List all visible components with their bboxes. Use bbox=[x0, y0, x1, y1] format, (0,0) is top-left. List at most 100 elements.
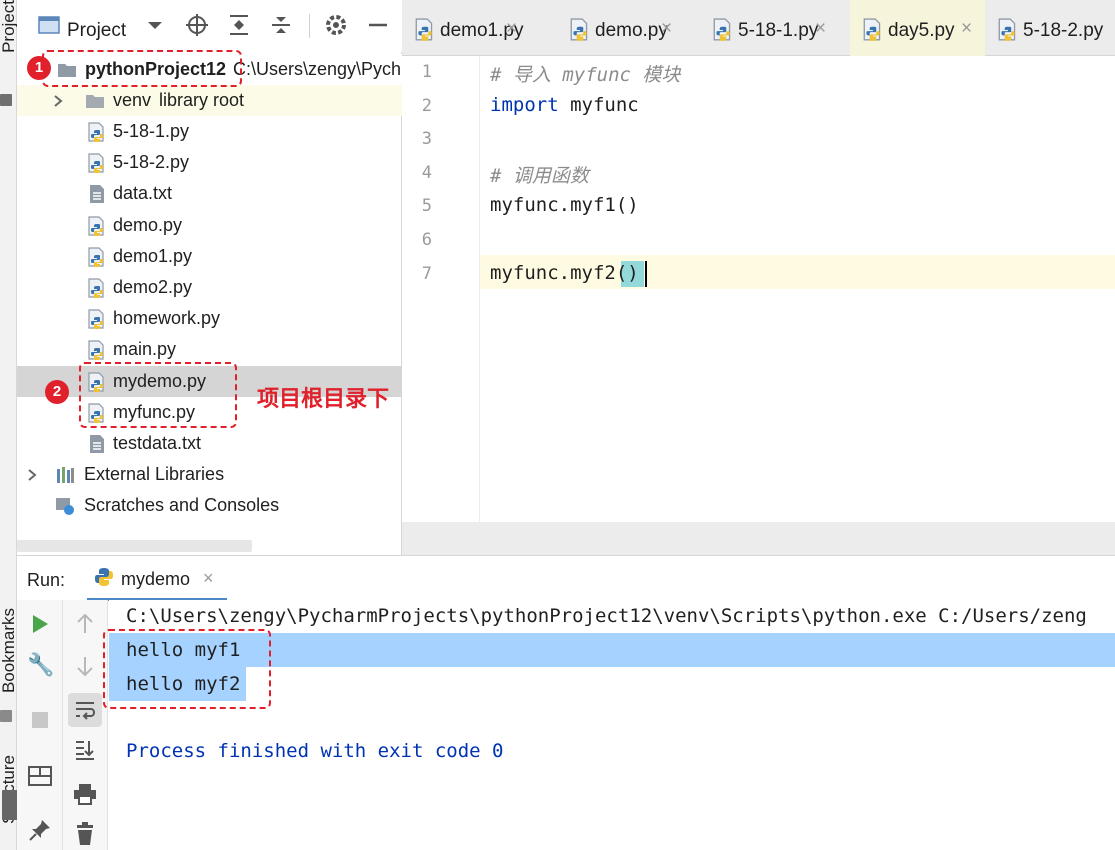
line-number: 2 bbox=[421, 95, 432, 116]
print-icon[interactable] bbox=[73, 783, 97, 805]
line-number-gutter: 1 2 3 4 5 6 7 bbox=[402, 56, 480, 522]
tree-row-file[interactable]: main.py bbox=[17, 334, 402, 365]
annotation-badge-2: 2 bbox=[45, 380, 69, 404]
close-icon[interactable]: × bbox=[506, 18, 517, 40]
annotation-badge-1: 1 bbox=[27, 56, 51, 80]
collapse-all-icon[interactable] bbox=[268, 12, 294, 38]
run-tab-label: mydemo bbox=[121, 569, 191, 589]
close-icon[interactable]: × bbox=[815, 18, 826, 40]
tree-row-external-libraries[interactable]: External Libraries bbox=[17, 459, 402, 490]
chevron-down-icon[interactable] bbox=[142, 12, 168, 38]
run-tab-mydemo[interactable]: mydemo × bbox=[87, 556, 227, 601]
tree-row-file[interactable]: homework.py bbox=[17, 303, 402, 334]
layout-icon[interactable] bbox=[28, 766, 52, 786]
tree-row-file[interactable]: data.txt bbox=[17, 178, 402, 209]
gear-icon[interactable] bbox=[323, 12, 349, 38]
chevron-right-icon[interactable] bbox=[51, 91, 65, 111]
tree-row-file[interactable]: demo1.py bbox=[17, 241, 402, 272]
tree-item-label: 5-18-2.py bbox=[113, 152, 190, 173]
code-line: # 调用函数 bbox=[490, 161, 589, 188]
tree-row-venv[interactable]: venv library root bbox=[17, 85, 402, 116]
code-editor[interactable]: 1 2 3 4 5 6 7 # 导入 myfunc 模块 import myfunc # 调用函… bbox=[402, 56, 1115, 555]
project-tool-window-button[interactable]: Project bbox=[0, 0, 18, 53]
arrow-down-icon[interactable] bbox=[74, 654, 96, 678]
soft-wrap-icon[interactable] bbox=[74, 698, 96, 722]
locate-icon[interactable] bbox=[184, 12, 210, 38]
editor-tab[interactable]: 5-18-2.py bbox=[985, 0, 1115, 56]
tree-item-label: Scratches and Consoles bbox=[84, 495, 280, 515]
tree-row-file[interactable]: demo.py bbox=[17, 210, 402, 241]
editor-tab[interactable]: 5-18-1.py × bbox=[700, 0, 850, 56]
stop-icon[interactable] bbox=[30, 710, 50, 730]
editor-tab-label: 5-18-1.py bbox=[738, 20, 819, 41]
folder-icon bbox=[86, 95, 104, 108]
python-file-icon bbox=[88, 122, 104, 142]
annotation-box-output bbox=[103, 629, 271, 709]
console-command-line: C:\Users\zengy\PycharmProjects\pythonPro… bbox=[126, 605, 1087, 627]
tree-item-label: main.py bbox=[113, 339, 177, 360]
editor-tab[interactable]: demo.py × bbox=[557, 0, 700, 56]
tree-item-label: homework.py bbox=[113, 308, 221, 329]
python-icon bbox=[95, 568, 113, 586]
editor-tab[interactable]: day5.py × bbox=[850, 0, 985, 56]
annotation-box-files bbox=[79, 362, 237, 428]
code-comment: # 导入 myfunc 模块 bbox=[490, 64, 681, 86]
editor-tab[interactable]: demo1.py × bbox=[402, 0, 557, 56]
annotation-note: 项目根目录下 bbox=[257, 386, 390, 411]
run-toolbar-primary: 🔧 bbox=[17, 600, 63, 850]
pin-icon[interactable] bbox=[28, 818, 52, 842]
python-file-icon bbox=[713, 18, 731, 41]
python-file-icon bbox=[88, 247, 104, 267]
tree-row-file[interactable]: 5-18-2.py bbox=[17, 147, 402, 178]
python-file-icon bbox=[88, 309, 104, 330]
bookmark-icon bbox=[0, 710, 12, 722]
tree-item-label: venv bbox=[113, 90, 152, 110]
tree-item-label: 5-18-1.py bbox=[113, 121, 190, 141]
line-number: 5 bbox=[421, 196, 432, 217]
code-text: myfunc.myf2() bbox=[490, 261, 639, 284]
annotation-box-root bbox=[42, 50, 242, 87]
project-view-title[interactable]: Project bbox=[67, 20, 126, 42]
console-exit-line: Process finished with exit code 0 bbox=[126, 740, 504, 762]
line-number: 1 bbox=[421, 62, 432, 82]
project-toolbar: Project bbox=[17, 0, 402, 52]
tree-row-file[interactable]: testdata.txt bbox=[17, 428, 402, 459]
python-file-icon bbox=[88, 153, 104, 174]
bookmarks-tool-window-button[interactable]: Bookmarks bbox=[0, 608, 18, 693]
tree-item-label: demo1.py bbox=[113, 245, 193, 266]
editor-tab-label: demo.py bbox=[595, 20, 668, 41]
tree-item-hint: library root bbox=[159, 90, 245, 110]
wrench-icon[interactable]: 🔧 bbox=[27, 652, 54, 678]
code-line: myfunc.myf1() bbox=[490, 194, 639, 216]
expand-all-icon[interactable] bbox=[226, 12, 252, 38]
python-file-icon bbox=[998, 18, 1016, 41]
library-icon bbox=[57, 467, 74, 483]
project-view-icon bbox=[38, 16, 60, 34]
run-toolbar-secondary bbox=[63, 600, 108, 850]
python-file-icon bbox=[415, 18, 433, 41]
trash-icon[interactable] bbox=[74, 822, 96, 846]
rerun-icon[interactable] bbox=[28, 612, 52, 636]
scroll-to-end-icon[interactable] bbox=[74, 738, 96, 762]
python-file-icon bbox=[570, 18, 588, 41]
arrow-up-icon[interactable] bbox=[74, 612, 96, 636]
project-folder-icon bbox=[0, 94, 12, 106]
tree-row-file[interactable]: demo2.py bbox=[17, 272, 402, 303]
toolbar-divider bbox=[309, 14, 310, 38]
tree-row-scratches[interactable]: Scratches and Consoles bbox=[17, 490, 402, 521]
tree-item-label: demo.py bbox=[113, 214, 183, 235]
editor-tab-label: day5.py bbox=[888, 20, 955, 41]
line-number: 7 bbox=[421, 263, 432, 284]
line-number: 6 bbox=[421, 230, 432, 250]
chevron-right-icon[interactable] bbox=[25, 465, 39, 485]
close-icon[interactable]: × bbox=[203, 568, 214, 589]
hide-panel-icon[interactable] bbox=[365, 12, 391, 38]
code-line: # 导入 myfunc 模块 bbox=[490, 60, 680, 87]
close-icon[interactable]: × bbox=[961, 18, 972, 40]
tree-item-label: External Libraries bbox=[84, 464, 225, 484]
left-tool-strip: Project Bookmarks Structure bbox=[0, 0, 28, 850]
code-text: myfunc bbox=[558, 93, 639, 116]
tree-row-file[interactable]: 5-18-1.py bbox=[17, 116, 402, 147]
close-icon[interactable]: × bbox=[661, 18, 672, 40]
horizontal-scrollbar[interactable] bbox=[17, 540, 252, 552]
